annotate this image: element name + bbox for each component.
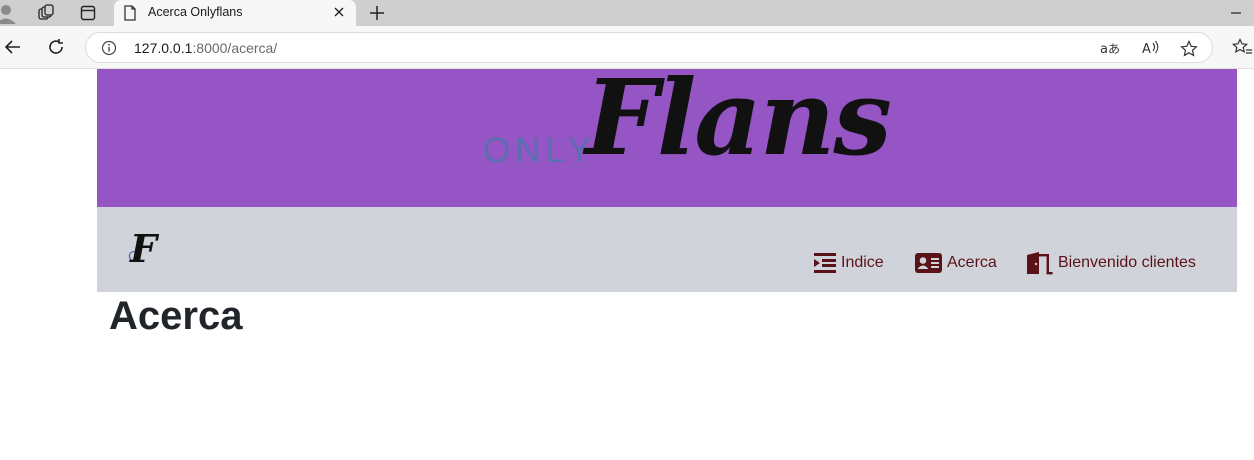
plus-icon (370, 6, 384, 20)
indent-icon (814, 253, 836, 273)
url-host: 127.0.0.1 (134, 40, 193, 56)
nav-link-label: Acerca (947, 254, 997, 271)
new-tab-button[interactable] (366, 0, 388, 26)
banner-logo-only: ONLY (483, 131, 596, 170)
back-button[interactable] (0, 34, 24, 60)
workspaces-icon (38, 4, 54, 20)
banner-logo-flans: Flans (585, 56, 892, 179)
profile-icon (0, 5, 16, 24)
tab-actions-icon (80, 5, 96, 21)
arrow-left-icon (4, 40, 20, 54)
nav-link-bienvenido-clientes[interactable]: Bienvenido clientes (1026, 250, 1196, 276)
nav-link-label: Bienvenido clientes (1058, 254, 1196, 271)
vertical-tabs-button[interactable] (76, 0, 100, 26)
active-tab[interactable]: Acerca Onlyflans (114, 0, 356, 26)
read-aloud-icon[interactable]: A (1141, 40, 1161, 61)
site-info-icon[interactable] (101, 40, 117, 61)
door-open-icon (1027, 252, 1053, 275)
url-path: :8000/acerca/ (192, 40, 278, 56)
profile-avatar[interactable] (0, 0, 18, 26)
id-card-icon (915, 253, 942, 273)
favorites-list-icon (1232, 38, 1252, 54)
reload-button[interactable] (44, 34, 68, 60)
browser-tab-strip: Acerca Onlyflans (0, 0, 1254, 26)
workspaces-button[interactable] (34, 0, 58, 26)
url-text: 127.0.0.1:8000/acerca/ (134, 40, 277, 56)
navbar-brand-logo[interactable]: O F (124, 226, 170, 271)
nav-link-acerca[interactable]: Acerca (915, 250, 997, 276)
nav-link-indice[interactable]: Indice (814, 250, 884, 276)
svg-text:あ: あ (1108, 42, 1120, 56)
tab-title: Acerca Onlyflans (148, 5, 243, 19)
brand-logo-f: F (130, 226, 157, 271)
favorite-star-icon[interactable] (1180, 40, 1198, 63)
reload-icon (49, 39, 63, 54)
translate-icon[interactable]: a あ (1100, 40, 1120, 61)
nav-link-label: Indice (841, 254, 884, 271)
page-title: Acerca (109, 294, 243, 338)
svg-text:A: A (1142, 42, 1151, 56)
close-tab-icon[interactable] (332, 5, 346, 24)
svg-text:a: a (1100, 42, 1108, 56)
minimize-icon (1231, 12, 1241, 14)
favorites-button[interactable] (1230, 34, 1254, 60)
minimize-window-button[interactable] (1226, 0, 1246, 26)
page-icon (123, 5, 137, 26)
